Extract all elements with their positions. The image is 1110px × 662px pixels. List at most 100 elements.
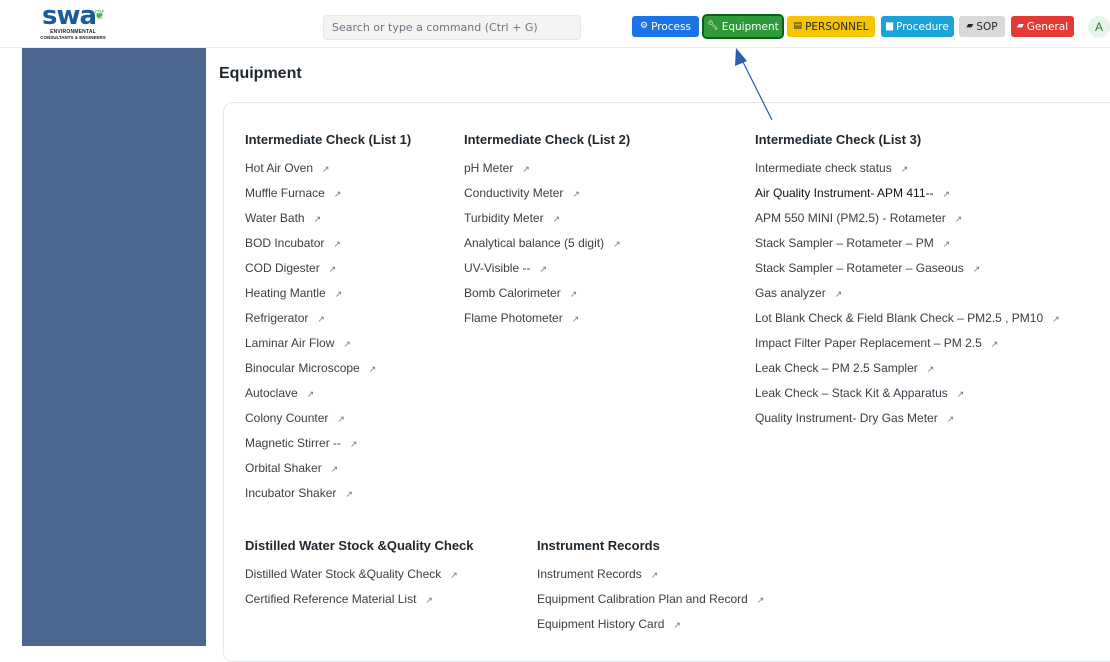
equipment-link[interactable]: Turbidity Meter ↗: [464, 211, 630, 236]
nav-personnel-label: PERSONNEL: [805, 20, 869, 33]
link-label: BOD Incubator: [245, 236, 325, 250]
document-icon: ▆: [886, 21, 894, 31]
equipment-link[interactable]: Equipment Calibration Plan and Record ↗: [537, 592, 764, 617]
link-label: Incubator Shaker: [245, 486, 337, 500]
equipment-link[interactable]: Hot Air Oven ↗: [245, 161, 411, 186]
external-link-arrow-icon: ↗: [350, 439, 358, 449]
external-link-arrow-icon: ↗: [322, 164, 330, 174]
nav-procedure-button[interactable]: ▆ Procedure: [881, 16, 954, 37]
nav-general-button[interactable]: ▰ General: [1011, 16, 1074, 37]
equipment-link[interactable]: APM 550 MINI (PM2.5) - Rotameter ↗: [755, 211, 1060, 236]
section-title: Intermediate Check (List 2): [464, 132, 631, 147]
equipment-link[interactable]: Certified Reference Material List ↗: [245, 592, 474, 617]
link-label: Conductivity Meter: [464, 186, 564, 200]
link-label: Refrigerator: [245, 311, 309, 325]
equipment-link[interactable]: Stack Sampler – Rotameter – PM ↗: [755, 236, 1060, 261]
external-link-arrow-icon: ↗: [337, 414, 345, 424]
equipment-link[interactable]: Muffle Furnace ↗: [245, 186, 411, 211]
equipment-link[interactable]: Refrigerator ↗: [245, 311, 411, 336]
equipment-link[interactable]: Magnetic Stirrer -- ↗: [245, 436, 411, 461]
section-intermediate-check-list-2: Intermediate Check (List 2) pH Meter ↗ Con…: [464, 130, 630, 336]
external-link-arrow-icon: ↗: [317, 314, 325, 324]
equipment-link[interactable]: Impact Filter Paper Replacement – PM 2.5…: [755, 336, 1060, 361]
equipment-link[interactable]: Leak Check – Stack Kit & Apparatus ↗: [755, 386, 1060, 411]
equipment-link[interactable]: Lot Blank Check & Field Blank Check – PM…: [755, 311, 1060, 336]
equipment-link[interactable]: Stack Sampler – Rotameter – Gaseous ↗: [755, 261, 1060, 286]
external-link-arrow-icon: ↗: [834, 289, 843, 299]
equipment-link[interactable]: Autoclave ↗: [245, 386, 411, 411]
equipment-link[interactable]: BOD Incubator ↗: [245, 236, 411, 261]
user-avatar[interactable]: A: [1088, 16, 1110, 38]
section-instrument-records: Instrument Records Instrument Records ↗ Eq…: [537, 536, 764, 642]
link-label: Equipment History Card: [537, 617, 665, 631]
link-label: Equipment Calibration Plan and Record: [537, 592, 748, 606]
equipment-link[interactable]: Intermediate check status ↗: [755, 161, 1060, 186]
external-link-arrow-icon: ↗: [343, 339, 351, 349]
link-label: pH Meter: [464, 161, 514, 175]
brand-logo[interactable]: swa❦ ENVIRONMENTAL CONSULTANTS & ENGINEE…: [33, 3, 113, 46]
leaf-icon: ❦: [94, 8, 105, 23]
external-link-arrow-icon: ↗: [942, 189, 951, 199]
equipment-link[interactable]: Orbital Shaker ↗: [245, 461, 411, 486]
equipment-link[interactable]: Heating Mantle ↗: [245, 286, 411, 311]
link-label: Muffle Furnace: [245, 186, 325, 200]
external-link-arrow-icon: ↗: [571, 314, 580, 324]
nav-general-label: General: [1026, 20, 1069, 33]
nav-procedure-label: Procedure: [896, 20, 949, 33]
nav-equipment-button[interactable]: 🔧︎ Equipment: [702, 14, 784, 39]
link-label: Water Bath: [245, 211, 305, 225]
link-label: APM 550 MINI (PM2.5) - Rotameter: [755, 211, 946, 225]
nav-personnel-button[interactable]: ▤ PERSONNEL: [787, 16, 875, 37]
link-label: Intermediate check status: [755, 161, 892, 175]
gear-icon: ⚙: [640, 21, 649, 31]
link-label: Instrument Records: [537, 567, 642, 581]
link-label: Stack Sampler – Rotameter – Gaseous: [755, 261, 964, 275]
equipment-link[interactable]: Quality Instrument- Dry Gas Meter ↗: [755, 411, 1060, 436]
id-card-icon: ▤: [793, 21, 803, 31]
link-label: Certified Reference Material List: [245, 592, 417, 606]
external-link-arrow-icon: ↗: [569, 289, 578, 299]
search-input[interactable]: [323, 15, 581, 40]
equipment-link[interactable]: Analytical balance (5 digit) ↗: [464, 236, 630, 261]
equipment-link[interactable]: Flame Photometer ↗: [464, 311, 630, 336]
link-label: Colony Counter: [245, 411, 329, 425]
equipment-link[interactable]: pH Meter ↗: [464, 161, 630, 186]
external-link-arrow-icon: ↗: [345, 489, 353, 499]
equipment-link[interactable]: Binocular Microscope ↗: [245, 361, 411, 386]
equipment-link[interactable]: Distilled Water Stock &Quality Check ↗: [245, 567, 474, 592]
sidebar: [22, 48, 206, 646]
external-link-arrow-icon: ↗: [990, 339, 999, 349]
nav-process-button[interactable]: ⚙ Process: [632, 16, 699, 37]
arrow-head: [735, 48, 747, 66]
equipment-link[interactable]: Colony Counter ↗: [245, 411, 411, 436]
external-link-arrow-icon: ↗: [522, 164, 530, 174]
book-icon: ▰: [1016, 21, 1024, 31]
equipment-link[interactable]: Gas analyzer ↗: [755, 286, 1060, 311]
equipment-link[interactable]: Leak Check – PM 2.5 Sampler ↗: [755, 361, 1060, 386]
equipment-link[interactable]: Air Quality Instrument- APM 411-- ↗: [755, 186, 1060, 211]
equipment-link[interactable]: Incubator Shaker ↗: [245, 486, 411, 511]
nav-sop-label: SOP: [976, 20, 998, 33]
external-link-arrow-icon: ↗: [333, 189, 342, 199]
link-list: Hot Air Oven ↗ Muffle Furnace ↗ Water Bath ↗ B…: [245, 161, 411, 511]
link-label: COD Digester: [245, 261, 320, 275]
equipment-link[interactable]: Laminar Air Flow ↗: [245, 336, 411, 361]
link-label: Laminar Air Flow: [245, 336, 335, 350]
link-list: Distilled Water Stock &Quality Check ↗ Cer…: [245, 567, 474, 617]
equipment-link[interactable]: Water Bath ↗: [245, 211, 411, 236]
equipment-link[interactable]: Instrument Records ↗: [537, 567, 764, 592]
equipment-link[interactable]: Conductivity Meter ↗: [464, 186, 630, 211]
link-list: pH Meter ↗ Conductivity Meter ↗ Turbidity Me…: [464, 161, 630, 336]
logo-tagline-2: CONSULTANTS & ENGINEERS: [40, 35, 106, 40]
equipment-link[interactable]: Equipment History Card ↗: [537, 617, 764, 642]
equipment-link[interactable]: UV-Visible -- ↗: [464, 261, 630, 286]
external-link-arrow-icon: ↗: [450, 570, 458, 580]
link-label: Bomb Calorimeter: [464, 286, 561, 300]
nav-sop-button[interactable]: ▰ SOP: [959, 16, 1005, 37]
link-label: Stack Sampler – Rotameter – PM: [755, 236, 934, 250]
external-link-arrow-icon: ↗: [926, 364, 935, 374]
link-label: Distilled Water Stock &Quality Check: [245, 567, 442, 581]
external-link-arrow-icon: ↗: [942, 239, 951, 249]
equipment-link[interactable]: Bomb Calorimeter ↗: [464, 286, 630, 311]
equipment-link[interactable]: COD Digester ↗: [245, 261, 411, 286]
